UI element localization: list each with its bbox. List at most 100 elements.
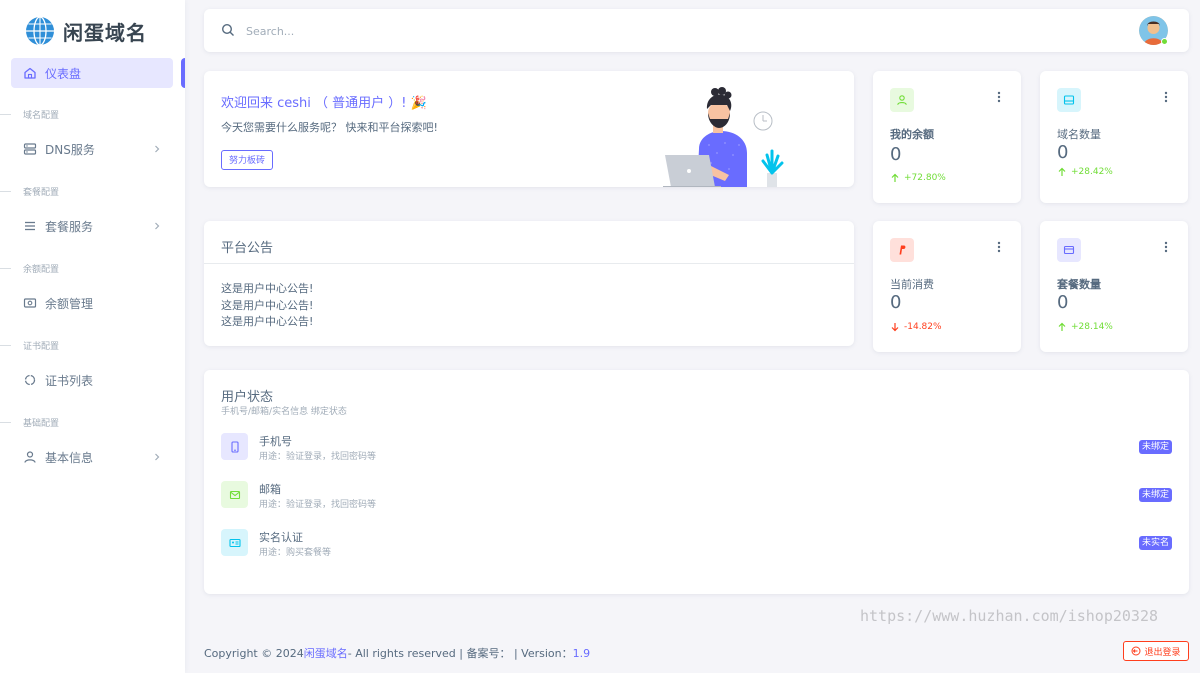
- status-item-desc: 用途：购买套餐等: [259, 548, 332, 558]
- stat-card-balance: 我的余额 0 +72.80%: [873, 71, 1021, 203]
- drive-icon: [1057, 88, 1081, 112]
- footer-copyright: Copyright © 2024: [204, 646, 304, 660]
- status-subtitle: 手机号/邮箱/实名信息 绑定状态: [221, 407, 347, 417]
- welcome-title: 欢迎回来 ceshi （ 普通用户 ）! 🎉: [221, 96, 427, 111]
- wallet-icon: [23, 296, 37, 310]
- active-indicator: [181, 58, 185, 88]
- stat-card-packages: 套餐数量 0 +28.14%: [1040, 221, 1188, 352]
- online-status-dot: [1161, 38, 1168, 45]
- sidebar-item-package[interactable]: 套餐服务: [11, 211, 173, 241]
- more-vertical-icon[interactable]: [1164, 241, 1168, 253]
- notice-line: 这是用户中心公告!: [221, 298, 314, 312]
- more-vertical-icon[interactable]: [997, 91, 1001, 103]
- status-item-name: 邮箱: [259, 483, 281, 496]
- server-icon: [23, 142, 37, 156]
- search-icon[interactable]: [221, 23, 235, 37]
- stat-change: +28.42%: [1057, 167, 1113, 177]
- person-laptop-illustration-icon: [663, 87, 784, 187]
- user-status-card: 用户状态 手机号/邮箱/实名信息 绑定状态 手机号 用途：验证登录，找回密码等 …: [204, 370, 1189, 594]
- more-vertical-icon[interactable]: [997, 241, 1001, 253]
- sidebar-item-label: DNS服务: [45, 142, 95, 157]
- stat-change: +72.80%: [890, 173, 946, 183]
- status-title: 用户状态: [221, 390, 274, 405]
- certificate-icon: [23, 373, 37, 387]
- stat-value: 0: [890, 144, 902, 165]
- chevron-right-icon: [155, 145, 160, 153]
- sidebar-item-balance[interactable]: 余额管理: [11, 288, 173, 318]
- stat-change: -14.82%: [890, 322, 942, 332]
- stat-label: 域名数量: [1057, 128, 1101, 141]
- status-item-desc: 用途：验证登录，找回密码等: [259, 500, 377, 510]
- arrow-up-icon: [1058, 167, 1066, 176]
- status-badge[interactable]: 未绑定: [1138, 488, 1172, 502]
- arrow-down-icon: [891, 323, 899, 332]
- user-icon: [890, 88, 914, 112]
- watermark: https://www.huzhan.com/ishop20328: [860, 607, 1159, 625]
- stat-label: 当前消费: [890, 278, 934, 291]
- footer-rights: - All rights reserved | 备案号： | Version：: [347, 647, 573, 660]
- menu-lines-icon: [23, 219, 37, 233]
- stat-value: 0: [1057, 292, 1069, 313]
- chevron-right-icon: [155, 222, 160, 230]
- sidebar-item-dashboard[interactable]: 仪表盘: [11, 58, 173, 88]
- sidebar-item-label: 证书列表: [45, 373, 94, 388]
- notice-card: 平台公告 这是用户中心公告! 这是用户中心公告! 这是用户中心公告!: [204, 221, 854, 346]
- logout-label: 退出登录: [1144, 646, 1181, 657]
- notice-title: 平台公告: [221, 241, 274, 256]
- footer-version: 1.9: [572, 646, 591, 660]
- status-item-name: 实名认证: [259, 531, 303, 544]
- menu-header-package: 套餐配置: [0, 184, 185, 198]
- stat-value: 0: [890, 292, 902, 313]
- status-item-desc: 用途：验证登录，找回密码等: [259, 452, 377, 462]
- arrow-up-icon: [1058, 322, 1066, 331]
- mail-icon: [221, 481, 248, 508]
- notice-line: 这是用户中心公告!: [221, 282, 314, 295]
- logout-icon: [1131, 646, 1141, 656]
- footer-brand-link[interactable]: 闲蛋域名: [304, 645, 348, 661]
- user-icon: [23, 450, 37, 464]
- search-input[interactable]: [246, 21, 646, 41]
- brand-name: 闲蛋域名: [63, 20, 147, 45]
- divider: [204, 263, 854, 264]
- menu-header-domain: 域名配置: [0, 107, 185, 121]
- logout-button[interactable]: 退出登录: [1123, 641, 1189, 661]
- sidebar-item-label: 仪表盘: [45, 66, 82, 81]
- arrow-up-icon: [891, 173, 899, 182]
- status-badge[interactable]: 未绑定: [1138, 440, 1172, 454]
- home-icon: [23, 66, 37, 80]
- sidebar-item-basic-info[interactable]: 基本信息: [11, 442, 173, 472]
- notice-body: 这是用户中心公告! 这是用户中心公告! 这是用户中心公告!: [221, 281, 313, 331]
- notice-line: 这是用户中心公告!: [221, 315, 314, 328]
- sidebar-item-label: 套餐服务: [45, 219, 94, 234]
- sidebar-item-certificates[interactable]: 证书列表: [11, 365, 173, 395]
- menu-header-cert: 证书配置: [0, 338, 185, 352]
- id-card-icon: [221, 529, 248, 556]
- sidebar: 闲蛋域名 仪表盘 域名配置 DNS服务 套餐配置 套餐服务 余额配置 余额管理 …: [0, 0, 185, 673]
- stat-value: 0: [1057, 142, 1069, 163]
- stat-card-domains: 域名数量 0 +28.42%: [1040, 71, 1188, 203]
- paypal-icon: [890, 238, 914, 262]
- navbar: [204, 9, 1189, 52]
- chevron-right-icon: [155, 453, 160, 461]
- status-item-name: 手机号: [259, 435, 292, 448]
- welcome-action-button[interactable]: 努力板砖: [221, 150, 274, 170]
- status-row-phone: 手机号 用途：验证登录，找回密码等 未绑定: [221, 433, 1172, 462]
- stat-label: 我的余额: [890, 128, 934, 141]
- welcome-card: 欢迎回来 ceshi （ 普通用户 ）! 🎉 今天您需要什么服务呢？ 快来和平台…: [204, 71, 854, 187]
- wallet-icon: [1057, 238, 1081, 262]
- stat-change: +28.14%: [1057, 322, 1113, 332]
- status-row-email: 邮箱 用途：验证登录，找回密码等 未绑定: [221, 481, 1172, 510]
- sidebar-item-label: 余额管理: [45, 296, 94, 311]
- sidebar-item-dns[interactable]: DNS服务: [11, 134, 173, 164]
- stat-label: 套餐数量: [1057, 278, 1101, 291]
- sidebar-item-label: 基本信息: [45, 450, 94, 465]
- status-row-realname: 实名认证 用途：购买套餐等 未实名: [221, 529, 1172, 558]
- phone-icon: [221, 433, 248, 460]
- more-vertical-icon[interactable]: [1164, 91, 1168, 103]
- status-badge[interactable]: 未实名: [1138, 536, 1172, 550]
- footer: Copyright © 2024 闲蛋域名 - All rights reser…: [204, 645, 590, 661]
- brand[interactable]: 闲蛋域名: [25, 15, 147, 47]
- menu-header-basic: 基础配置: [0, 415, 185, 429]
- menu-header-balance: 余额配置: [0, 261, 185, 275]
- globe-logo-icon: [26, 16, 54, 46]
